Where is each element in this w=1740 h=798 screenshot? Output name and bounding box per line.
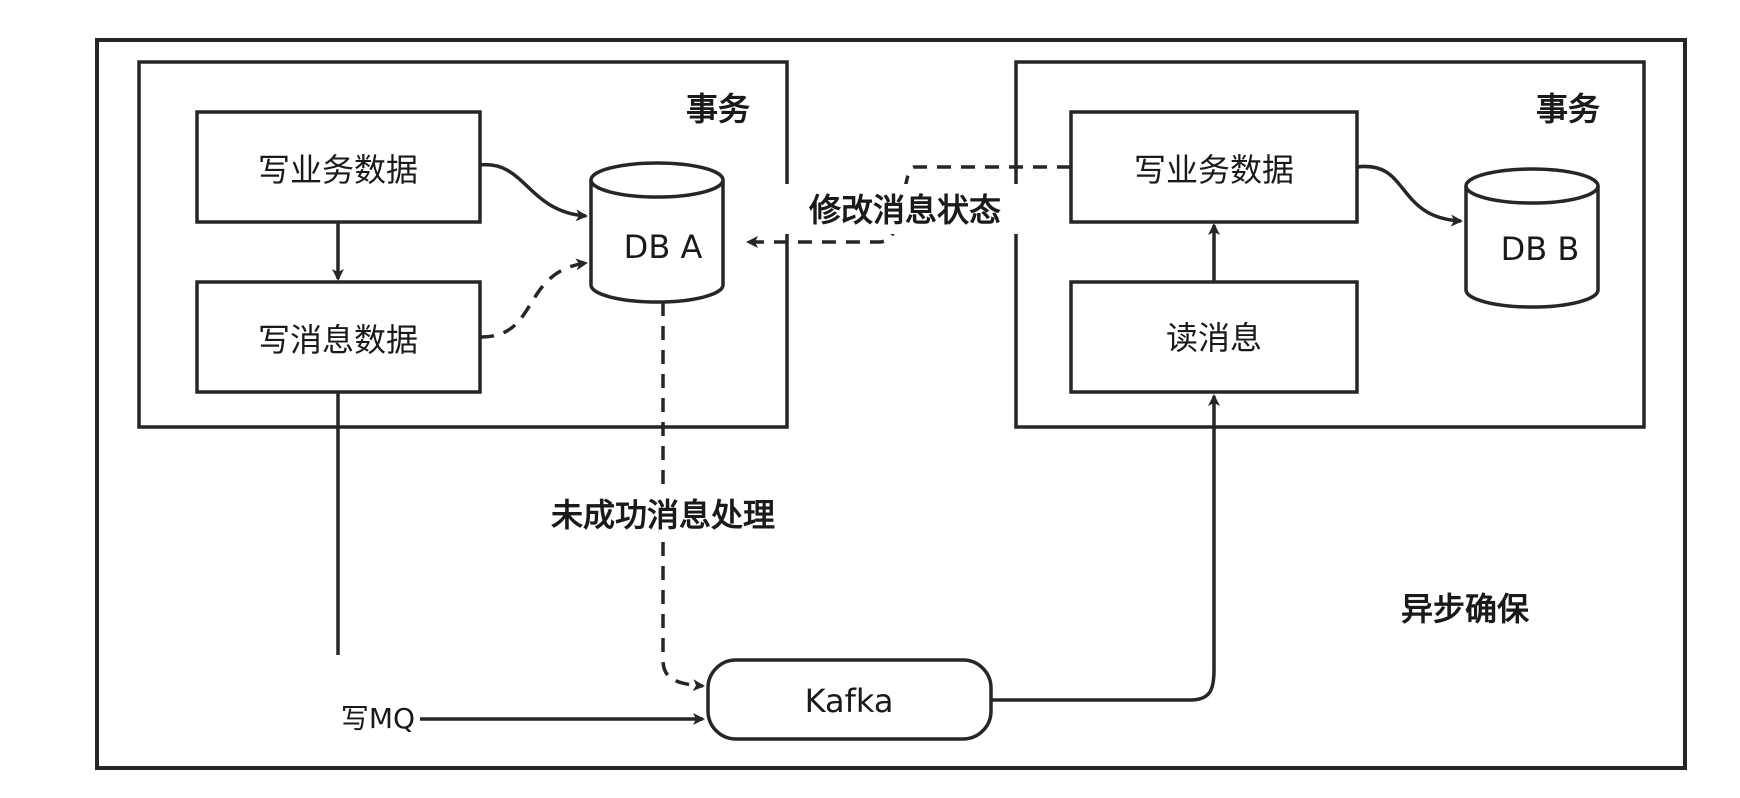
arrow-write-business-to-db-b — [1356, 164, 1463, 227]
left-write-business-label: 写业务数据 — [258, 151, 418, 189]
right-write-business-label: 写业务数据 — [1134, 151, 1294, 189]
async-assurance-label: 异步确保 — [1401, 590, 1530, 628]
async-assurance-diagram: 事务 写业务数据 写消息数据 DB A 事务 写业务数据 读消息 DB B Ka… — [95, 38, 1687, 770]
left-transaction-label: 事务 — [686, 90, 750, 128]
right-read-message-label: 读消息 — [1166, 319, 1262, 357]
arrow-write-business-to-db-a — [479, 163, 588, 222]
arrow-write-message-to-db-a — [479, 258, 588, 339]
unsuccessful-processing-label: 未成功消息处理 — [551, 496, 775, 534]
db-b-label: DB B — [1501, 230, 1580, 268]
left-write-message-label: 写消息数据 — [258, 321, 418, 359]
db-a-label: DB A — [624, 228, 703, 266]
arrow-kafka-to-read-message — [991, 394, 1220, 702]
modify-status-label: 修改消息状态 — [808, 191, 1001, 229]
write-mq-label: 写MQ — [341, 702, 415, 735]
kafka-label: Kafka — [805, 682, 894, 720]
right-transaction-label: 事务 — [1536, 90, 1600, 128]
